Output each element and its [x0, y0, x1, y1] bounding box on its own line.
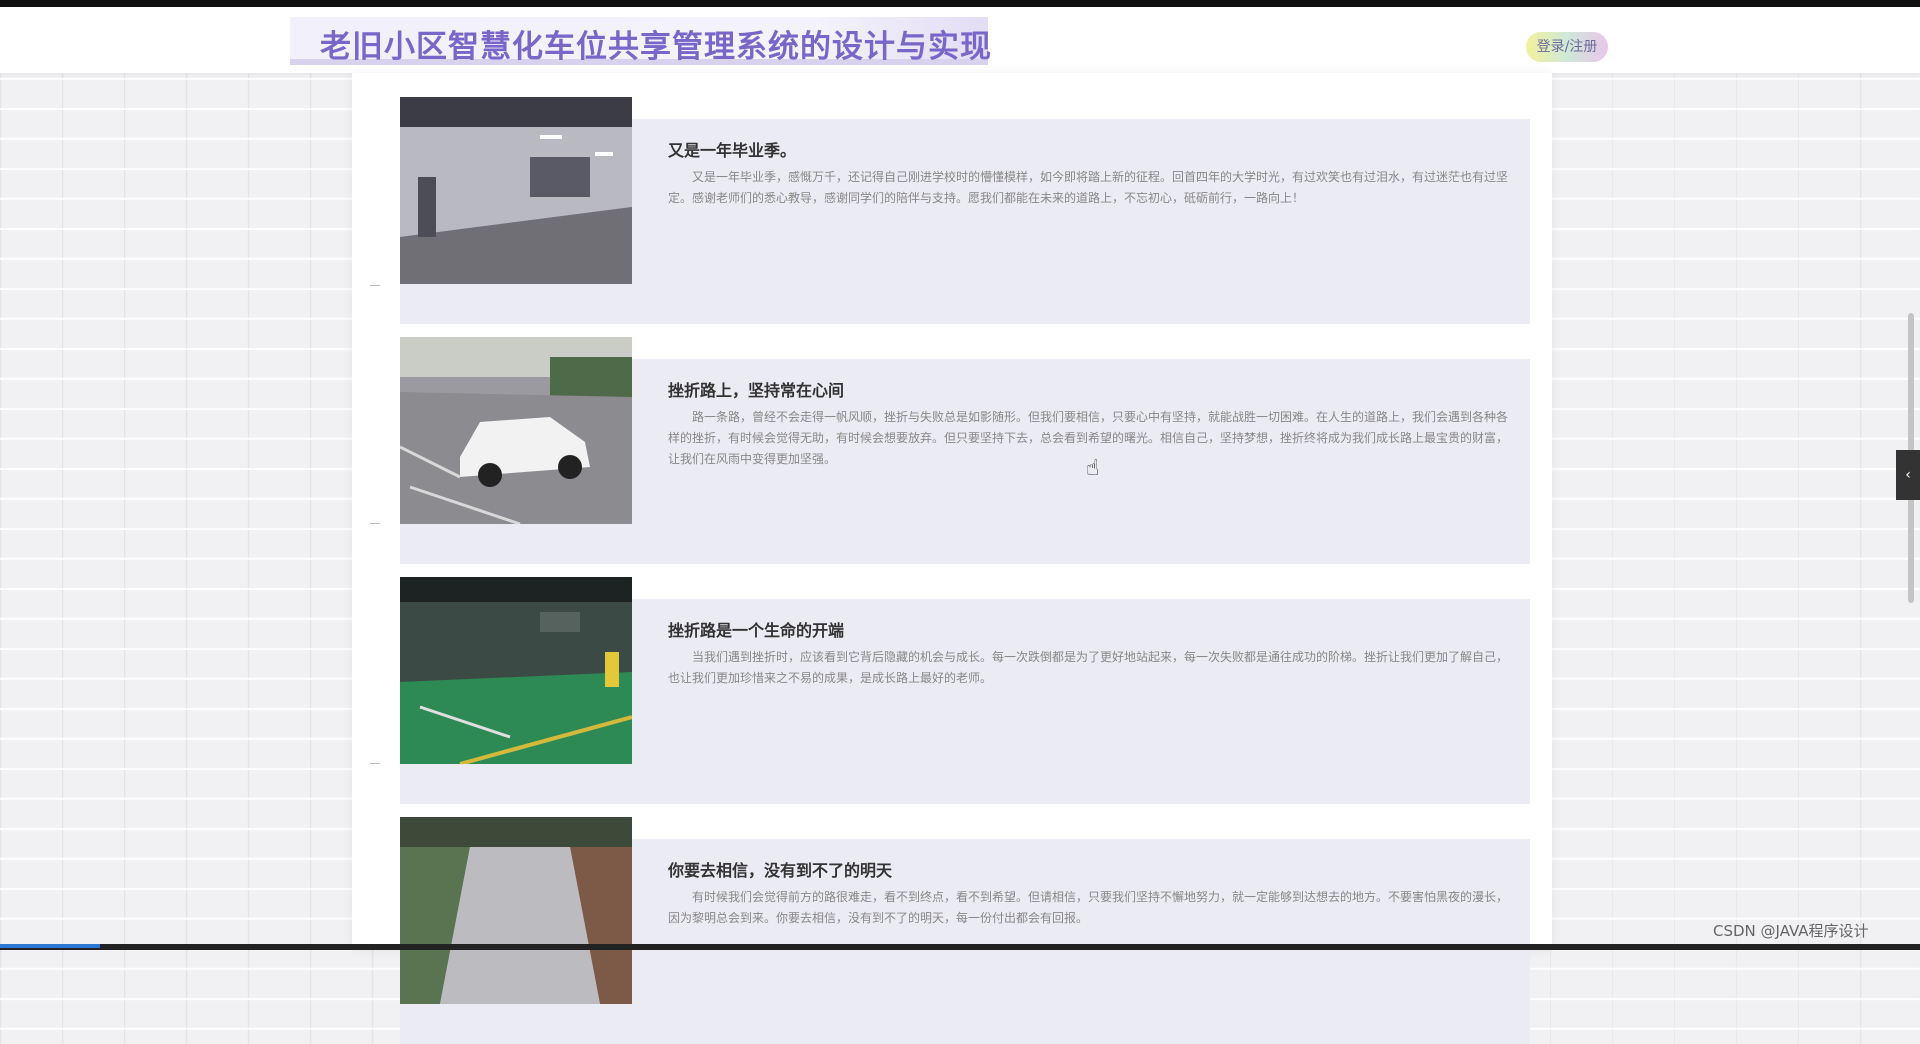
divider-tick [370, 285, 380, 286]
parking-garage-photo-icon[interactable] [400, 97, 632, 284]
article-card[interactable]: 又是一年毕业季。 又是一年毕业季，感慨万千，还记得自己刚进学校时的懵懂模样，如今… [400, 97, 1530, 324]
alley-road-photo-icon[interactable] [400, 817, 632, 1004]
chevron-left-icon: ‹ [1905, 467, 1911, 483]
green-parking-lot-photo-icon[interactable] [400, 577, 632, 764]
article-excerpt: 有时候我们会觉得前方的路很难走，看不到终点，看不到希望。但请相信，只要我们坚持不… [668, 890, 1509, 925]
article-card[interactable]: 挫折路上，坚持常在心间 路一条路，曾经不会走得一帆风顺，挫折与失败总是如影随形。… [400, 337, 1530, 564]
watermark-label: CSDN @JAVA程序设计 [1713, 922, 1869, 940]
divider-tick [370, 763, 380, 764]
article-title[interactable]: 挫折路上，坚持常在心间 [668, 377, 844, 401]
divider-tick [370, 523, 380, 524]
loading-progress-bar [0, 944, 100, 948]
login-register-button[interactable]: 登录/注册 [1526, 32, 1608, 62]
article-excerpt: 又是一年毕业季，感慨万千，还记得自己刚进学校时的懵懂模样，如今即将踏上新的征程。… [668, 170, 1509, 205]
mouse-pointer-icon: ☝ [1086, 456, 1100, 481]
white-car-photo-icon[interactable] [400, 337, 632, 524]
article-title[interactable]: 你要去相信，没有到不了的明天 [668, 857, 892, 881]
top-edge-strip [0, 0, 1920, 7]
article-title[interactable]: 又是一年毕业季。 [668, 137, 796, 161]
article-card[interactable]: 挫折路是一个生命的开端 当我们遇到挫折时，应该看到它背后隐藏的机会与成长。每一次… [400, 577, 1530, 804]
article-card[interactable]: 你要去相信，没有到不了的明天 有时候我们会觉得前方的路很难走，看不到终点，看不到… [400, 817, 1530, 1044]
site-title-banner: 老旧小区智慧化车位共享管理系统的设计与实现 [290, 17, 991, 65]
bottom-edge-strip [0, 944, 1920, 950]
side-panel-toggle-button[interactable]: ‹ [1896, 450, 1920, 500]
site-title: 老旧小区智慧化车位共享管理系统的设计与实现 [320, 29, 992, 65]
site-header: 老旧小区智慧化车位共享管理系统的设计与实现 登录/注册 [0, 7, 1920, 73]
article-title[interactable]: 挫折路是一个生命的开端 [668, 617, 844, 641]
article-excerpt: 当我们遇到挫折时，应该看到它背后隐藏的机会与成长。每一次跌倒都是为了更好地站起来… [668, 650, 1509, 685]
